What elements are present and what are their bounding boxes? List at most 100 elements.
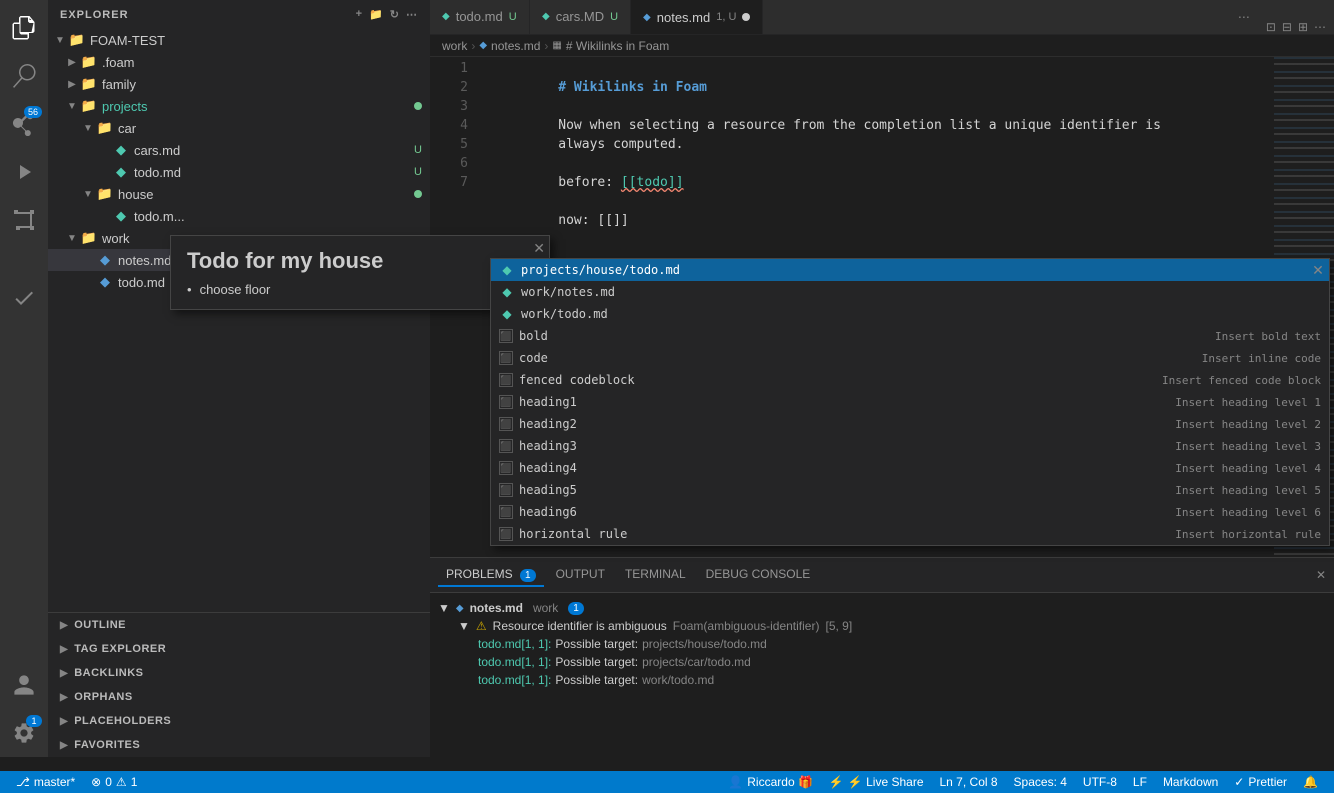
status-prettier[interactable]: ✓ Prettier — [1226, 771, 1295, 793]
problems-tab-label: PROBLEMS — [446, 567, 513, 581]
new-folder-icon[interactable]: 📁 — [369, 8, 384, 21]
status-encoding[interactable]: UTF-8 — [1075, 771, 1125, 793]
hover-close-button[interactable]: ✕ — [533, 240, 545, 257]
status-spaces[interactable]: Spaces: 4 — [1006, 771, 1075, 793]
editor-line-6: before: [[todo]] — [480, 154, 1274, 173]
tab-todo[interactable]: ◆ todo.md U — [430, 0, 530, 34]
settings-activity-icon[interactable]: 1 — [0, 709, 48, 757]
sidebar-section-favorites[interactable]: ▶ FAVORITES — [48, 733, 430, 757]
tree-item-car[interactable]: ▼ 📁 car — [48, 117, 430, 139]
problems-tab-debug[interactable]: DEBUG CONSOLE — [698, 563, 819, 587]
backlinks-label: BACKLINKS — [74, 667, 143, 679]
completion-item-h5[interactable]: ⬛ heading5 Insert heading level 5 — [491, 479, 1329, 501]
warning-status-icon: ⚠ — [116, 775, 127, 789]
status-branch[interactable]: ⎇ master* — [8, 771, 83, 793]
file-icon-todo-car: ◆ — [112, 164, 130, 180]
tab-bar-more[interactable]: ⋯ — [1230, 0, 1258, 34]
problems-file-name: notes.md — [470, 601, 523, 615]
close-panel-icon[interactable]: ✕ — [1316, 568, 1326, 582]
problems-source: work — [533, 601, 558, 615]
tree-item-family[interactable]: ▶ 📁 family — [48, 73, 430, 95]
status-language[interactable]: Markdown — [1155, 771, 1226, 793]
refresh-icon[interactable]: ↻ — [390, 8, 400, 21]
split-horizontal-icon[interactable]: ⊟ — [1282, 20, 1292, 34]
editor-line-3: Now when selecting a resource from the c… — [480, 97, 1274, 116]
tab-cars-icon: ◆ — [542, 11, 550, 22]
completion-icon-h4: ⬛ — [499, 461, 513, 475]
editor-layout-icon[interactable]: ⊞ — [1298, 20, 1308, 34]
debug-tab-label: DEBUG CONSOLE — [706, 567, 811, 581]
completion-item-code[interactable]: ⬛ code Insert inline code — [491, 347, 1329, 369]
completion-item-3[interactable]: ◆ work/todo.md — [491, 303, 1329, 325]
tree-item-todo-car[interactable]: ◆ todo.md U — [48, 161, 430, 183]
breadcrumb-section[interactable]: # Wikilinks in Foam — [566, 39, 669, 53]
status-position[interactable]: Ln 7, Col 8 — [932, 771, 1006, 793]
favorites-arrow: ▶ — [60, 740, 68, 751]
sidebar-section-backlinks[interactable]: ▶ BACKLINKS — [48, 661, 430, 685]
feedback-icon: 🔔 — [1303, 775, 1318, 789]
completion-desc-h3: Insert heading level 3 — [1175, 440, 1321, 453]
completion-label-1: projects/house/todo.md — [521, 263, 1315, 277]
status-user[interactable]: 👤 Riccardo 🎁 — [720, 771, 821, 793]
completion-item-h2[interactable]: ⬛ heading2 Insert heading level 2 — [491, 413, 1329, 435]
tree-item-projects[interactable]: ▼ 📁 projects — [48, 95, 430, 117]
completion-item-hr[interactable]: ⬛ horizontal rule Insert horizontal rule — [491, 523, 1329, 545]
hover-popup-content: • choose floor — [187, 282, 533, 297]
completion-icon-h2: ⬛ — [499, 417, 513, 431]
account-activity-icon[interactable] — [0, 661, 48, 709]
file-icon-todo-house: ◆ — [112, 208, 130, 224]
line-num-7: 7 — [430, 173, 468, 192]
status-errors[interactable]: ⊗ 0 ⚠ 1 — [83, 771, 145, 793]
problems-tab-output[interactable]: OUTPUT — [548, 563, 613, 587]
status-feedback[interactable]: 🔔 — [1295, 771, 1326, 793]
activity-bar: 56 1 — [0, 0, 48, 757]
problems-tab-problems[interactable]: PROBLEMS 1 — [438, 563, 544, 587]
collapse-icon[interactable]: ⋯ — [406, 8, 418, 21]
completion-item-h4[interactable]: ⬛ heading4 Insert heading level 4 — [491, 457, 1329, 479]
sidebar-section-orphans[interactable]: ▶ ORPHANS — [48, 685, 430, 709]
test-activity-icon[interactable] — [0, 274, 48, 322]
completion-item-bold[interactable]: ⬛ bold Insert bold text — [491, 325, 1329, 347]
completion-item-h3[interactable]: ⬛ heading3 Insert heading level 3 — [491, 435, 1329, 457]
completion-item-h6[interactable]: ⬛ heading6 Insert heading level 6 — [491, 501, 1329, 523]
tree-item-cars-md[interactable]: ◆ cars.md U — [48, 139, 430, 161]
completion-close-button[interactable]: ✕ — [1307, 259, 1329, 281]
status-eol[interactable]: LF — [1125, 771, 1155, 793]
problems-row-3-file: todo.md[1, 1]: — [478, 673, 551, 687]
problems-row-1: todo.md[1, 1]: Possible target: projects… — [438, 635, 1326, 653]
completion-label-fenced: fenced codeblock — [519, 373, 1156, 387]
completion-icon-bold: ⬛ — [499, 329, 513, 343]
completion-item-1[interactable]: ◆ projects/house/todo.md — [491, 259, 1329, 281]
completion-item-fenced[interactable]: ⬛ fenced codeblock Insert fenced code bl… — [491, 369, 1329, 391]
extensions-activity-icon[interactable] — [0, 196, 48, 244]
files-activity-icon[interactable] — [0, 4, 48, 52]
status-bar-right: 👤 Riccardo 🎁 ⚡ ⚡ Live Share Ln 7, Col 8 … — [720, 771, 1326, 793]
new-file-icon[interactable]: + — [356, 8, 363, 21]
sidebar-section-placeholders[interactable]: ▶ PLACEHOLDERS — [48, 709, 430, 733]
more-actions-icon[interactable]: ⋯ — [1314, 20, 1326, 34]
tree-item-house[interactable]: ▼ 📁 house — [48, 183, 430, 205]
tree-root[interactable]: ▼ 📁 FOAM-TEST — [48, 29, 430, 51]
split-editor-icon[interactable]: ⊡ — [1266, 20, 1276, 34]
problems-tab-terminal[interactable]: TERMINAL — [617, 563, 694, 587]
output-tab-label: OUTPUT — [556, 567, 605, 581]
tab-cars-label: cars.MD — [556, 9, 604, 24]
breadcrumb-notes-md[interactable]: notes.md — [491, 39, 540, 53]
tree-item-todo-house[interactable]: ◆ todo.m... — [48, 205, 430, 227]
status-liveshare[interactable]: ⚡ ⚡ Live Share — [821, 771, 932, 793]
tree-label-todo-car: todo.md — [134, 165, 410, 180]
tree-label-house: house — [118, 187, 410, 202]
tree-item-foam[interactable]: ▶ 📁 .foam — [48, 51, 430, 73]
tab-cars[interactable]: ◆ cars.MD U — [530, 0, 631, 34]
tab-notes[interactable]: ◆ notes.md 1, U — [631, 0, 763, 34]
folder-icon-work: 📁 — [80, 230, 98, 246]
sidebar-section-outline[interactable]: ▶ OUTLINE — [48, 613, 430, 637]
source-control-activity-icon[interactable]: 56 — [0, 100, 48, 148]
run-activity-icon[interactable] — [0, 148, 48, 196]
breadcrumb-work[interactable]: work — [442, 39, 467, 53]
completion-item-2[interactable]: ◆ work/notes.md — [491, 281, 1329, 303]
problems-group-header[interactable]: ▼ ◆ notes.md work 1 — [438, 599, 1326, 617]
completion-item-h1[interactable]: ⬛ heading1 Insert heading level 1 — [491, 391, 1329, 413]
search-activity-icon[interactable] — [0, 52, 48, 100]
sidebar-section-tag-explorer[interactable]: ▶ TAG EXPLORER — [48, 637, 430, 661]
